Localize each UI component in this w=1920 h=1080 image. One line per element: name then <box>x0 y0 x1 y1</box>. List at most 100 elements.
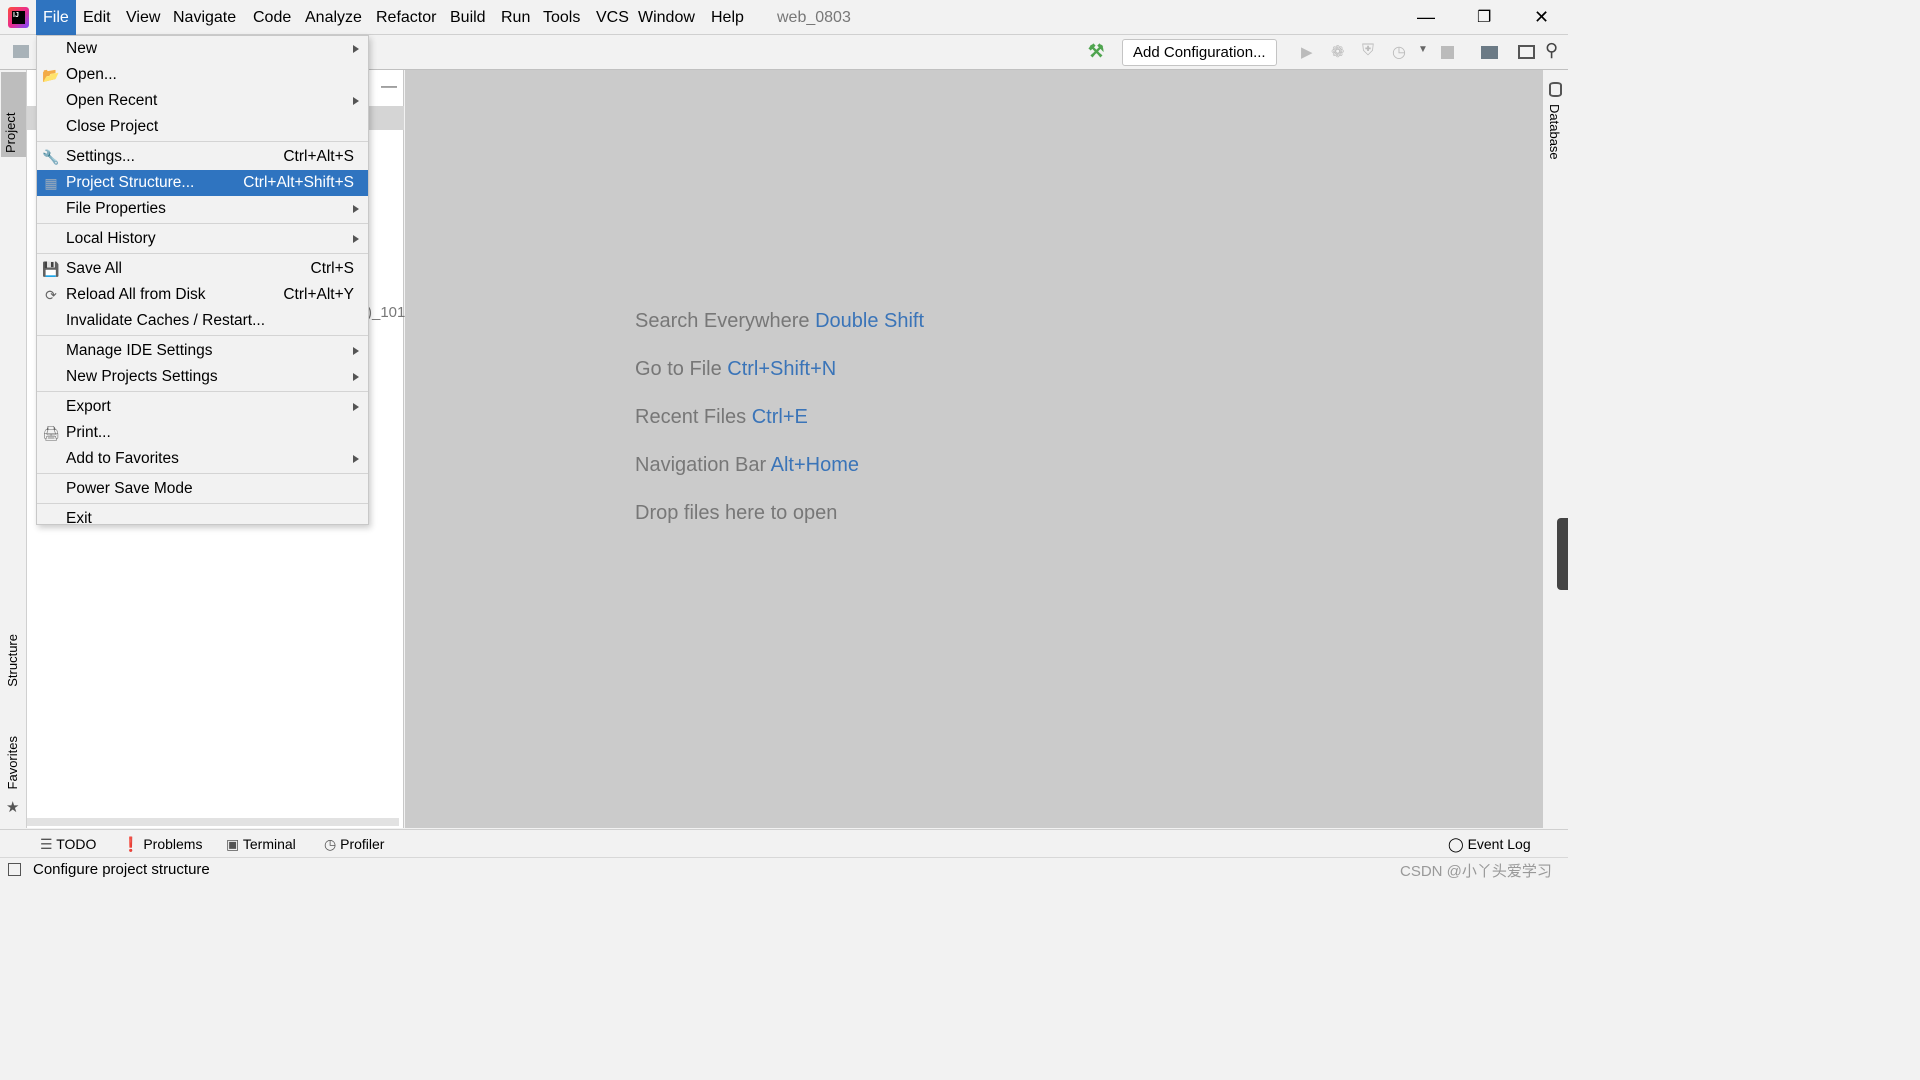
menu-item-label: Exit <box>66 510 92 527</box>
hint-text: Search Everywhere <box>635 310 810 332</box>
menu-item-shortcut: Ctrl+Alt+S <box>283 148 354 165</box>
status-bar: Configure project structure CSDN @小丫头爱学习 <box>0 857 1568 882</box>
menu-item-invalidate-caches-restart[interactable]: Invalidate Caches / Restart... <box>37 308 368 334</box>
run-icon[interactable]: ▶ <box>1301 43 1313 61</box>
menu-item-label: Project Structure... <box>66 174 195 191</box>
memory-indicator <box>1557 518 1568 590</box>
menu-file[interactable]: File <box>36 0 76 35</box>
menu-window[interactable]: Window <box>631 0 702 35</box>
hint-text: Go to File <box>635 358 722 380</box>
hint-shortcut: Ctrl+E <box>751 406 808 428</box>
restore-button[interactable]: ❐ <box>1470 0 1498 35</box>
reload-icon: ⟳ <box>45 287 57 303</box>
menu-item-label: Open Recent <box>66 92 158 109</box>
event-log-button[interactable]: ◯ Event Log <box>1448 830 1531 858</box>
build-hammer-icon[interactable]: ⚒ <box>1088 41 1104 62</box>
menu-item-label: Save All <box>66 260 123 277</box>
print-icon: 🖨 <box>42 425 60 441</box>
hide-panel-button[interactable]: — <box>381 78 397 96</box>
menu-item-close-project[interactable]: Close Project <box>37 114 368 140</box>
menu-item-settings[interactable]: 🔧 Settings... Ctrl+Alt+S <box>37 144 368 170</box>
menu-item-manage-ide-settings[interactable]: Manage IDE Settings <box>37 338 368 364</box>
close-button[interactable]: ✕ <box>1527 0 1556 35</box>
database-icon <box>1549 82 1562 97</box>
project-structure-icon[interactable] <box>1481 46 1498 59</box>
menu-help[interactable]: Help <box>704 0 751 35</box>
menu-item-open[interactable]: 📂 Open... <box>37 62 368 88</box>
menu-navigate[interactable]: Navigate <box>166 0 243 35</box>
submenu-arrow-icon <box>353 97 359 105</box>
run-anything-icon[interactable] <box>1518 45 1535 59</box>
menu-item-label: File Properties <box>66 200 166 217</box>
menu-build[interactable]: Build <box>443 0 493 35</box>
menu-item-label: Power Save Mode <box>66 480 193 497</box>
menu-item-label: New <box>66 40 98 57</box>
tab-project[interactable]: Project <box>1 72 26 157</box>
tree-item-partial[interactable]: )_101 <box>367 304 405 321</box>
menu-refactor[interactable]: Refactor <box>369 0 443 35</box>
wrench-icon: 🔧 <box>42 149 60 165</box>
coverage-icon[interactable]: ⛨ <box>1362 42 1374 60</box>
menu-item-project-structure[interactable]: ▦ Project Structure... Ctrl+Alt+Shift+S <box>37 170 368 196</box>
dropdown-icon[interactable]: ▼ <box>1418 44 1428 55</box>
menu-item-reload-all-from-disk[interactable]: ⟳ Reload All from Disk Ctrl+Alt+Y <box>37 282 368 308</box>
editor-hint: Recent Files Ctrl+E <box>635 406 808 429</box>
tab-profiler[interactable]: ◷ Profiler <box>324 830 384 858</box>
left-tool-strip: Project Structure Favorites ★ <box>0 70 27 828</box>
menu-item-save-all[interactable]: 💾 Save All Ctrl+S <box>37 256 368 282</box>
project-structure-icon: ▦ <box>44 175 58 191</box>
submenu-arrow-icon <box>353 455 359 463</box>
menu-bar: IJ File Edit View Navigate Code Analyze Refact… <box>0 0 1568 35</box>
menu-item-print[interactable]: 🖨 Print... <box>37 420 368 446</box>
menu-item-file-properties[interactable]: File Properties <box>37 196 368 222</box>
event-log-label: Event Log <box>1467 836 1531 852</box>
menu-item-open-recent[interactable]: Open Recent <box>37 88 368 114</box>
submenu-arrow-icon <box>353 347 359 355</box>
menu-item-new-projects-settings[interactable]: New Projects Settings <box>37 364 368 390</box>
menu-item-label: New Projects Settings <box>66 368 218 385</box>
horizontal-scrollbar[interactable] <box>27 818 399 826</box>
menu-item-label: Manage IDE Settings <box>66 342 213 359</box>
profile-icon[interactable]: ◷ <box>1392 42 1406 62</box>
submenu-arrow-icon <box>353 403 359 411</box>
menu-item-exit[interactable]: Exit <box>37 506 368 532</box>
watermark: CSDN @小丫头爱学习 <box>1400 863 1552 880</box>
submenu-arrow-icon <box>353 205 359 213</box>
menu-item-label: Close Project <box>66 118 159 135</box>
menu-vcs[interactable]: VCS <box>589 0 636 35</box>
stop-icon[interactable] <box>1441 46 1454 59</box>
tab-todo[interactable]: ☰ TODO <box>40 830 96 858</box>
menu-item-label: Open... <box>66 66 117 83</box>
menu-view[interactable]: View <box>119 0 167 35</box>
menu-analyze[interactable]: Analyze <box>298 0 369 35</box>
tab-label: Profiler <box>340 836 385 852</box>
tab-problems[interactable]: ❗ Problems <box>122 830 202 858</box>
tab-structure[interactable]: Structure <box>3 630 22 691</box>
add-configuration-button[interactable]: Add Configuration... <box>1122 39 1277 66</box>
menu-item-power-save-mode[interactable]: Power Save Mode <box>37 476 368 502</box>
menu-code[interactable]: Code <box>246 0 298 35</box>
list-icon: ☰ <box>40 836 53 852</box>
intellij-logo: IJ <box>8 7 29 28</box>
menu-item-export[interactable]: Export <box>37 394 368 420</box>
menu-tools[interactable]: Tools <box>536 0 587 35</box>
submenu-arrow-icon <box>353 235 359 243</box>
menu-edit[interactable]: Edit <box>76 0 118 35</box>
tab-terminal[interactable]: ▣ Terminal <box>226 830 296 858</box>
right-tool-strip: Database <box>1543 70 1568 828</box>
minimize-button[interactable]: — <box>1410 0 1442 35</box>
menu-item-add-to-favorites[interactable]: Add to Favorites <box>37 446 368 472</box>
tab-favorites[interactable]: Favorites <box>3 732 22 793</box>
menu-item-local-history[interactable]: Local History <box>37 226 368 252</box>
tab-database[interactable]: Database <box>1547 104 1562 160</box>
menu-run[interactable]: Run <box>494 0 537 35</box>
search-icon[interactable]: ⚲ <box>1545 40 1558 61</box>
tab-label: Problems <box>143 836 203 852</box>
menu-item-new[interactable]: New <box>37 36 368 62</box>
menu-item-label: Reload All from Disk <box>66 286 206 303</box>
hint-shortcut: Alt+Home <box>770 454 860 476</box>
debug-icon[interactable]: ❁ <box>1331 42 1344 62</box>
status-toggle-icon[interactable] <box>8 863 21 876</box>
hint-text: Drop files here to open <box>635 502 838 524</box>
project-folder-icon[interactable] <box>13 45 29 58</box>
